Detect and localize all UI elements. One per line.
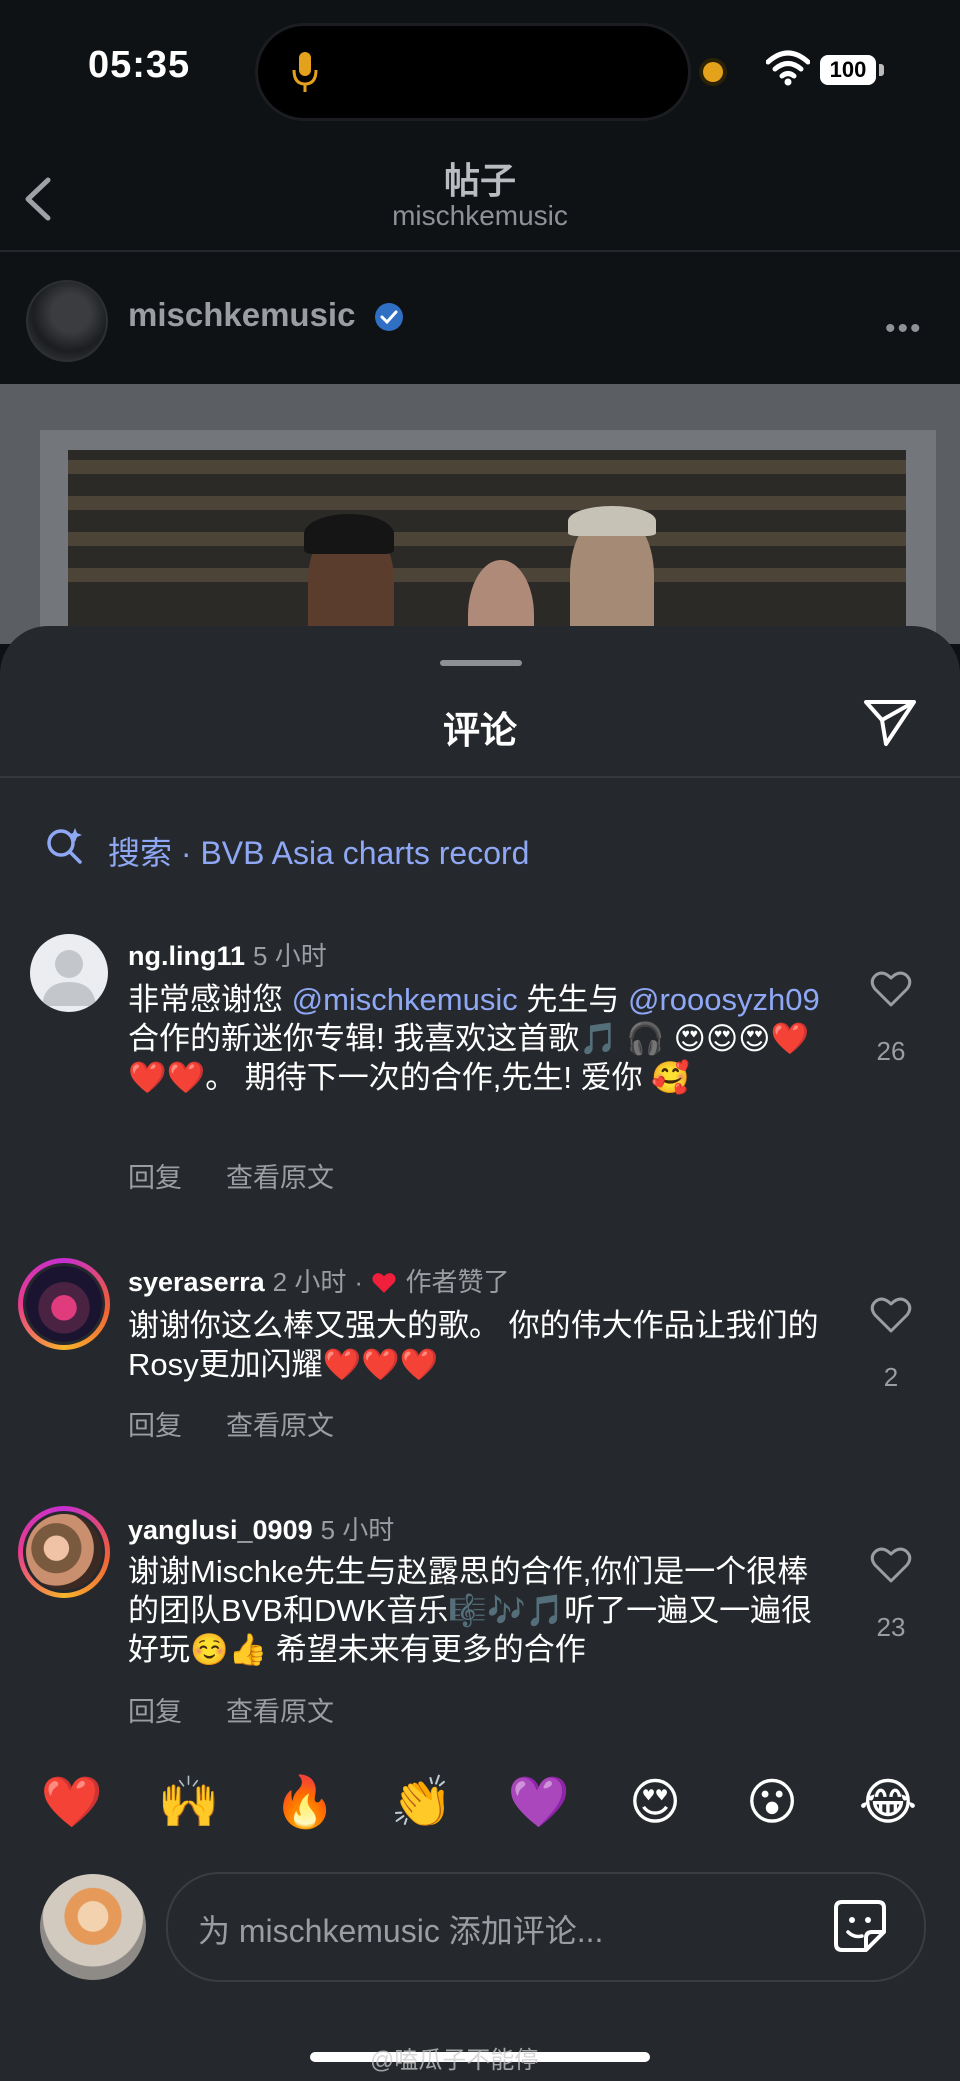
comment-avatar[interactable] [30, 934, 108, 1012]
story-ring[interactable] [18, 1258, 110, 1350]
like-count: 23 [876, 1612, 906, 1642]
post-subtitle: mischkemusic [392, 200, 568, 231]
reply-button[interactable]: 回复 [128, 1156, 182, 1195]
like-count: 2 [883, 1362, 899, 1392]
comment-username[interactable]: ng.ling11 [128, 941, 245, 971]
comment-text: 谢谢Mischke先生与赵露思的合作,你们是一个很棒的团队BVB和DWK音乐🎼🎶… [128, 1554, 813, 1667]
comment-time: 5 小时 [320, 1515, 395, 1545]
emoji-tears-of-joy[interactable]: 😂 [853, 1772, 923, 1832]
status-time: 05:35 [88, 44, 191, 86]
microphone-icon [292, 52, 318, 92]
emoji-heart[interactable]: ❤️ [37, 1772, 107, 1832]
emoji-purple-heart[interactable]: 💜 [504, 1772, 574, 1832]
comment-avatar [26, 1514, 102, 1590]
like-count: 26 [876, 1036, 906, 1066]
comment-time: 5 小时 [253, 941, 327, 971]
verified-badge-icon [375, 303, 403, 331]
comment-avatar [26, 1266, 102, 1342]
watermark: @嗑瓜子不能停 [370, 2047, 539, 2074]
see-translation-button[interactable]: 查看原文 [226, 1156, 334, 1195]
comment-input-placeholder[interactable]: 为 mischkemusic 添加评论... [198, 1906, 603, 1952]
battery-indicator: 100 [820, 55, 876, 85]
emoji-clap[interactable]: 👏 [387, 1772, 457, 1832]
emoji-raised-hands[interactable]: 🙌 [154, 1772, 224, 1832]
emoji-fire[interactable]: 🔥 [270, 1772, 340, 1832]
share-icon[interactable] [862, 694, 918, 748]
author-name[interactable]: mischkemusic [128, 296, 355, 334]
comment-text-part: 合作的新迷你专辑! 我喜欢这首歌🎵 🎧 😍😍😍❤️❤️❤️。 期待下一次的合作,… [128, 1021, 810, 1095]
my-avatar [40, 1874, 146, 1980]
battery-tip [879, 64, 884, 76]
emoji-surprised[interactable]: 😮 [737, 1772, 807, 1832]
comment-username[interactable]: yanglusi_0909 [128, 1515, 313, 1545]
mention-link[interactable]: @rooosyzh09 [628, 982, 820, 1017]
header-divider [0, 250, 960, 252]
see-translation-button[interactable]: 查看原文 [226, 1404, 334, 1443]
reply-button[interactable]: 回复 [128, 1404, 182, 1443]
see-translation-button[interactable]: 查看原文 [226, 1690, 334, 1729]
reply-button[interactable]: 回复 [128, 1690, 182, 1729]
comment-username[interactable]: syeraserra [128, 1267, 265, 1297]
more-options-icon[interactable]: ••• [885, 312, 923, 346]
story-ring[interactable] [18, 1506, 110, 1598]
author-liked-heart-icon [372, 1273, 397, 1293]
comment-header: yanglusi_0909 5 小时 [128, 1510, 394, 1547]
sheet-grabber[interactable] [440, 660, 522, 666]
default-user-icon [42, 950, 96, 1006]
recording-indicator [703, 62, 723, 82]
comment-time: 2 小时 [272, 1267, 347, 1297]
dynamic-island [258, 26, 688, 118]
like-heart-icon[interactable] [870, 1296, 912, 1334]
sticker-icon[interactable] [832, 1898, 888, 1954]
comment-text: 谢谢你这么棒又强大的歌。 你的伟大作品让我们的Rosy更加闪耀❤️❤️❤️ [128, 1308, 819, 1382]
search-icon[interactable] [44, 826, 84, 866]
comment-text-part: 非常感谢您 [128, 982, 292, 1017]
comment-text-part: 先生与 [517, 982, 628, 1017]
wifi-icon [766, 50, 810, 86]
comment-header: syeraserra 2 小时 · 作者赞了 [128, 1262, 509, 1299]
comment-text: 非常感谢您 @mischkemusic 先生与 @rooosyzh09 合作的新… [128, 980, 828, 1097]
mention-link[interactable]: @mischkemusic [292, 982, 518, 1017]
comment-header: ng.ling11 5 小时 [128, 936, 327, 973]
post-title: 帖子 [443, 160, 516, 201]
comments-title: 评论 [443, 710, 517, 751]
author-liked-label: 作者赞了 [405, 1267, 510, 1297]
like-heart-icon[interactable] [870, 970, 912, 1008]
sheet-divider [0, 776, 960, 778]
author-avatar[interactable] [26, 280, 108, 362]
like-heart-icon[interactable] [870, 1546, 912, 1584]
emoji-heart-eyes[interactable]: 😍 [620, 1772, 690, 1832]
search-suggestion[interactable]: 搜索 · BVB Asia charts record [108, 828, 529, 874]
separator-dot: · [354, 1267, 363, 1297]
